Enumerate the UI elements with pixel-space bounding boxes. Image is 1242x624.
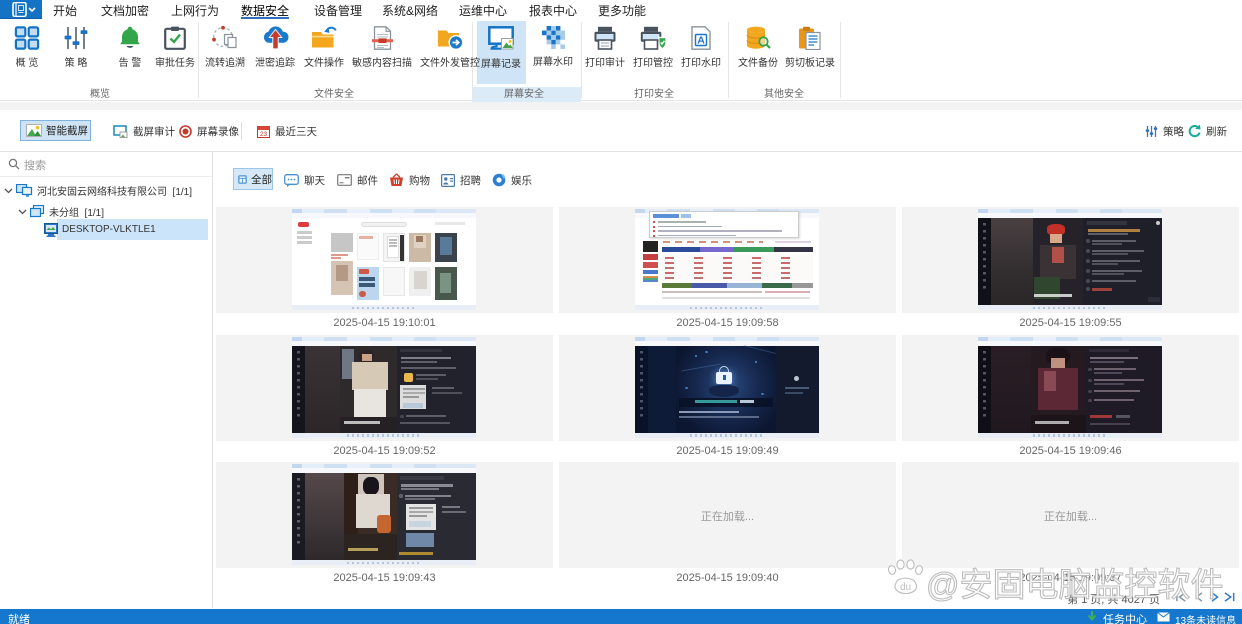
svg-text:A: A (697, 35, 705, 47)
svg-text:23: 23 (260, 131, 268, 138)
svg-text:du: du (900, 582, 911, 593)
